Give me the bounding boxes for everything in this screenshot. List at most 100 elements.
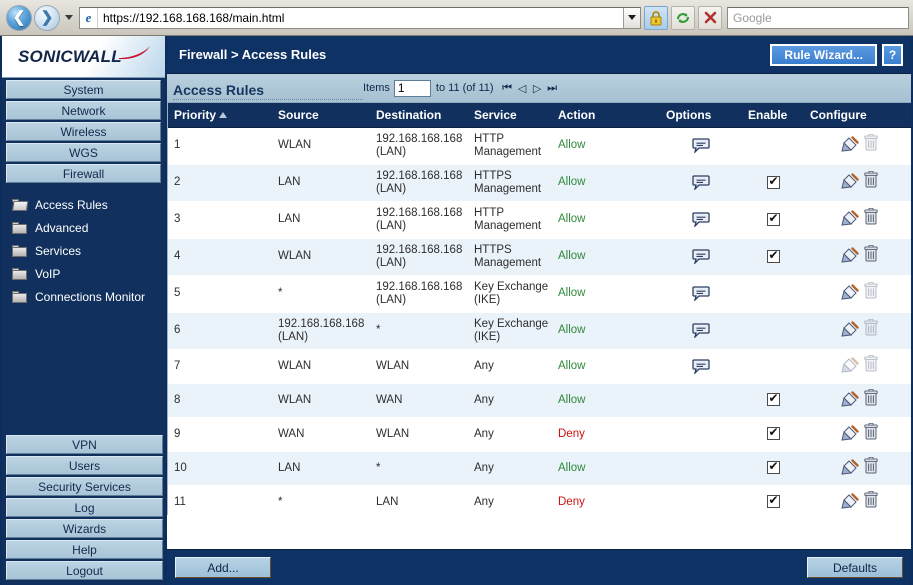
column-header-action[interactable]: Action <box>552 103 660 128</box>
enable-checkbox[interactable] <box>766 391 780 407</box>
enable-checkbox[interactable] <box>766 425 780 441</box>
sidebar-item-users[interactable]: Users <box>6 456 163 475</box>
back-arrow-icon[interactable]: ❮ <box>6 4 32 31</box>
chevron-down-icon[interactable] <box>623 7 640 28</box>
sidebar-item-help[interactable]: Help <box>6 540 163 559</box>
defaults-button[interactable]: Defaults <box>807 557 903 578</box>
column-header-enable[interactable]: Enable <box>742 103 804 128</box>
table-row[interactable]: 2 LAN 192.168.168.168 (LAN) HTTPS Managemen… <box>168 164 911 202</box>
cell-action: Allow <box>552 349 660 384</box>
forward-arrow-icon[interactable]: ❯ <box>34 4 60 31</box>
sidebar-item-voip[interactable]: VoIP <box>12 262 165 285</box>
rule-wizard-button[interactable]: Rule Wizard... <box>770 43 877 66</box>
comment-bubble-icon[interactable] <box>692 138 710 153</box>
edit-pencil-icon[interactable] <box>840 424 859 442</box>
sidebar: SONICWALL System Network Wireless WGS Fi… <box>2 36 167 585</box>
sidebar-item-logout[interactable]: Logout <box>6 561 163 580</box>
sidebar-item-firewall[interactable]: Firewall <box>6 164 161 183</box>
sidebar-item-security-services[interactable]: Security Services <box>6 477 163 496</box>
table-row[interactable]: 5 * 192.168.168.168 (LAN) Key Exchange (IKE… <box>168 275 911 313</box>
enable-checkbox[interactable] <box>766 174 780 189</box>
refresh-icon[interactable] <box>671 5 695 30</box>
sidebar-item-wireless[interactable]: Wireless <box>6 122 161 141</box>
table-row[interactable]: 7 WLAN WLAN Any Allow <box>168 349 911 384</box>
table-row[interactable]: 1 WLAN 192.168.168.168 (LAN) HTTP Managemen… <box>168 127 911 165</box>
items-range-label: to 11 (of 11) <box>435 82 494 94</box>
cell-priority: 1 <box>168 127 272 165</box>
search-input[interactable]: Google <box>727 6 909 29</box>
comment-bubble-icon[interactable] <box>692 175 710 190</box>
comment-bubble-icon[interactable] <box>692 212 710 227</box>
edit-pencil-icon[interactable] <box>840 356 859 374</box>
address-bar[interactable]: e https://192.168.168.168/main.html <box>79 6 641 29</box>
table-row[interactable]: 4 WLAN 192.168.168.168 (LAN) HTTPS Manageme… <box>168 238 911 276</box>
table-row[interactable]: 9 WAN WLAN Any Deny <box>168 417 911 452</box>
sidebar-item-wgs[interactable]: WGS <box>6 143 161 162</box>
edit-pencil-icon[interactable] <box>840 321 859 338</box>
items-input[interactable]: 1 <box>393 79 431 97</box>
cell-priority: 10 <box>168 451 272 486</box>
enable-checkbox[interactable] <box>766 459 780 475</box>
delete-trash-icon[interactable] <box>864 388 878 406</box>
sidebar-item-network[interactable]: Network <box>6 101 161 120</box>
last-page-icon[interactable]: ⏭ <box>546 81 559 95</box>
sidebar-item-advanced[interactable]: Advanced <box>12 216 165 239</box>
delete-trash-icon[interactable] <box>864 318 878 336</box>
delete-trash-icon[interactable] <box>864 490 878 508</box>
column-header-configure[interactable]: Configure <box>804 103 911 128</box>
stop-icon[interactable] <box>698 5 722 30</box>
comment-bubble-icon[interactable] <box>692 286 710 301</box>
delete-trash-icon[interactable] <box>864 244 878 262</box>
column-header-source[interactable]: Source <box>272 103 370 128</box>
edit-pencil-icon[interactable] <box>840 136 859 153</box>
sidebar-item-log[interactable]: Log <box>6 498 163 517</box>
edit-pencil-icon[interactable] <box>840 492 859 510</box>
sidebar-item-wizards[interactable]: Wizards <box>6 519 163 538</box>
edit-pencil-icon[interactable] <box>840 284 859 301</box>
table-row[interactable]: 6 192.168.168.168 (LAN) * Key Exchange (IKE… <box>168 312 911 350</box>
edit-pencil-icon[interactable] <box>840 390 859 408</box>
delete-trash-icon[interactable] <box>864 207 878 225</box>
column-header-priority[interactable]: Priority <box>168 103 272 128</box>
column-header-options[interactable]: Options <box>660 103 742 128</box>
delete-trash-icon[interactable] <box>864 422 878 440</box>
delete-trash-icon[interactable] <box>864 354 878 372</box>
comment-bubble-icon[interactable] <box>692 323 710 338</box>
prev-page-icon[interactable]: ◁ <box>516 81 529 95</box>
help-button[interactable]: ? <box>882 43 903 66</box>
add-button[interactable]: Add... <box>175 557 271 578</box>
enable-checkbox[interactable] <box>766 248 780 263</box>
sidebar-item-system[interactable]: System <box>6 80 161 99</box>
column-header-destination[interactable]: Destination <box>370 103 468 128</box>
table-row[interactable]: 11 * LAN Any Deny <box>168 485 911 515</box>
first-page-icon[interactable]: ⏮ <box>501 81 514 95</box>
edit-pencil-icon[interactable] <box>840 173 859 190</box>
edit-pencil-icon[interactable] <box>840 458 859 476</box>
table-row[interactable]: 8 WLAN WAN Any Allow <box>168 383 911 418</box>
sidebar-item-services[interactable]: Services <box>12 239 165 262</box>
enable-checkbox[interactable] <box>766 493 780 509</box>
sidebar-bottom-nav: VPN Users Security Services Log Wizards … <box>2 435 167 585</box>
delete-trash-icon[interactable] <box>864 281 878 299</box>
cell-options <box>660 485 742 515</box>
edit-pencil-icon[interactable] <box>840 210 859 227</box>
column-header-service[interactable]: Service <box>468 103 552 128</box>
edit-pencil-icon[interactable] <box>840 247 859 264</box>
sidebar-item-access-rules[interactable]: Access Rules <box>12 193 165 216</box>
delete-trash-icon[interactable] <box>864 456 878 474</box>
history-dropdown-icon[interactable] <box>62 5 76 31</box>
table-row[interactable]: 3 LAN 192.168.168.168 (LAN) HTTP Management… <box>168 201 911 239</box>
sidebar-item-vpn[interactable]: VPN <box>6 435 163 454</box>
delete-trash-icon[interactable] <box>864 133 878 151</box>
table-row[interactable]: 10 LAN * Any Allow <box>168 451 911 486</box>
cell-options <box>660 238 742 276</box>
cell-options <box>660 417 742 452</box>
cell-enable <box>742 201 804 239</box>
padlock-icon[interactable] <box>644 5 668 30</box>
comment-bubble-icon[interactable] <box>692 249 710 264</box>
comment-bubble-icon[interactable] <box>692 358 710 374</box>
enable-checkbox[interactable] <box>766 211 780 226</box>
next-page-icon[interactable]: ▷ <box>531 81 544 95</box>
delete-trash-icon[interactable] <box>864 170 878 188</box>
sidebar-item-connections-monitor[interactable]: Connections Monitor <box>12 285 165 308</box>
